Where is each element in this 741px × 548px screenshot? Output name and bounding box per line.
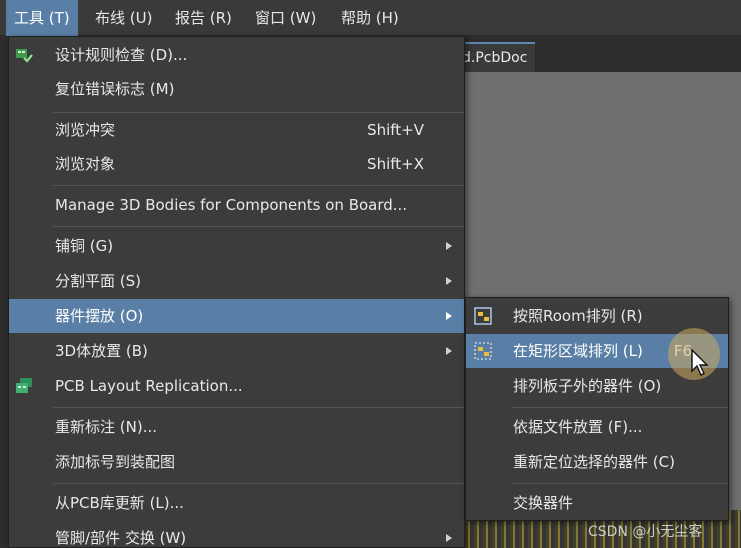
menu-item-label: 添加标号到装配图 (55, 453, 176, 471)
submenu-arrow-icon (446, 347, 452, 355)
menu-item-label: 浏览冲突 (55, 121, 116, 139)
submenu-arrow-icon (446, 534, 452, 542)
menu-item-label: PCB Layout Replication... (55, 377, 243, 395)
rect-arrange-icon (474, 342, 492, 360)
menu-item-pcb-layout-replication[interactable]: PCB Layout Replication... (9, 369, 464, 403)
watermark: CSDN @小无尘客 (588, 524, 703, 540)
menu-separator (53, 483, 464, 484)
menu-item-pin-part-swapping[interactable]: 管脚/部件 交换 (W) (9, 521, 464, 548)
menu-route[interactable]: 布线 (U) (87, 0, 160, 36)
tools-menu-dropdown: 设计规则检查 (D)... 复位错误标志 (M) 浏览冲突 Shift+V 浏览… (8, 36, 465, 548)
menu-bar: 工具 (T) 布线 (U) 报告 (R) 窗口 (W) 帮助 (H) (0, 0, 741, 36)
submenu-arrow-icon (446, 277, 452, 285)
menu-item-3d-body-placement[interactable]: 3D体放置 (B) (9, 334, 464, 368)
menu-window[interactable]: 窗口 (W) (247, 0, 324, 36)
submenu-item-place-from-file[interactable]: 依据文件放置 (F)... (466, 410, 728, 444)
menu-item-update-from-pcb-library[interactable]: 从PCB库更新 (L)... (9, 486, 464, 520)
menu-separator (512, 483, 728, 484)
menu-reports[interactable]: 报告 (R) (167, 0, 240, 36)
room-arrange-icon (474, 307, 492, 325)
menu-item-label: 按照Room排列 (R) (513, 307, 643, 325)
mouse-pointer-icon (691, 349, 709, 376)
menu-item-label: 依据文件放置 (F)... (513, 418, 643, 436)
submenu-item-swap-components[interactable]: 交换器件 (466, 486, 728, 520)
menu-separator (53, 226, 464, 227)
menu-item-label: Manage 3D Bodies for Components on Board… (55, 196, 408, 214)
menu-item-add-designators-to-assembly[interactable]: 添加标号到装配图 (9, 445, 464, 479)
menu-item-label: 重新定位选择的器件 (C) (513, 453, 675, 471)
submenu-item-reposition-selected[interactable]: 重新定位选择的器件 (C) (466, 445, 728, 479)
menu-item-design-rule-check[interactable]: 设计规则检查 (D)... (9, 38, 464, 72)
menu-item-reset-error-markers[interactable]: 复位错误标志 (M) (9, 72, 464, 106)
submenu-arrow-icon (446, 312, 452, 320)
menu-item-label: 铺铜 (G) (55, 237, 114, 255)
menu-item-reannotate[interactable]: 重新标注 (N)... (9, 410, 464, 444)
menu-item-shortcut: Shift+X (367, 155, 424, 173)
menu-separator (53, 407, 464, 408)
menu-item-label: 重新标注 (N)... (55, 418, 157, 436)
menu-item-label: 浏览对象 (55, 155, 116, 173)
menu-item-shortcut: Shift+V (367, 121, 424, 139)
menu-item-label: 管脚/部件 交换 (W) (55, 529, 187, 547)
menu-item-label: 排列板子外的器件 (O) (513, 377, 662, 395)
menu-item-label: 设计规则检查 (D)... (55, 46, 188, 64)
menu-item-browse-objects[interactable]: 浏览对象 Shift+X (9, 147, 464, 181)
menu-separator (512, 407, 728, 408)
pcb-replication-icon (16, 378, 32, 393)
menu-item-split-planes[interactable]: 分割平面 (S) (9, 264, 464, 298)
menu-item-label: 在矩形区域排列 (L) (513, 342, 643, 360)
menu-separator (53, 185, 464, 186)
menu-item-polygon-pours[interactable]: 铺铜 (G) (9, 229, 464, 263)
menu-tools[interactable]: 工具 (T) (6, 0, 78, 36)
menu-item-label: 3D体放置 (B) (55, 342, 148, 360)
menu-item-label: 从PCB库更新 (L)... (55, 494, 184, 512)
menu-item-label: 分割平面 (S) (55, 272, 141, 290)
menu-item-label: 复位错误标志 (M) (55, 80, 175, 98)
menu-item-browse-violations[interactable]: 浏览冲突 Shift+V (9, 113, 464, 147)
menu-item-manage-3d-bodies[interactable]: Manage 3D Bodies for Components on Board… (9, 188, 464, 222)
submenu-arrow-icon (446, 242, 452, 250)
left-panel-edge (0, 36, 8, 548)
menu-item-component-placement[interactable]: 器件摆放 (O) (9, 299, 464, 333)
menu-item-label: 交换器件 (513, 494, 574, 512)
menu-help[interactable]: 帮助 (H) (333, 0, 407, 36)
drc-check-icon (16, 49, 33, 63)
menu-item-label: 器件摆放 (O) (55, 307, 144, 325)
